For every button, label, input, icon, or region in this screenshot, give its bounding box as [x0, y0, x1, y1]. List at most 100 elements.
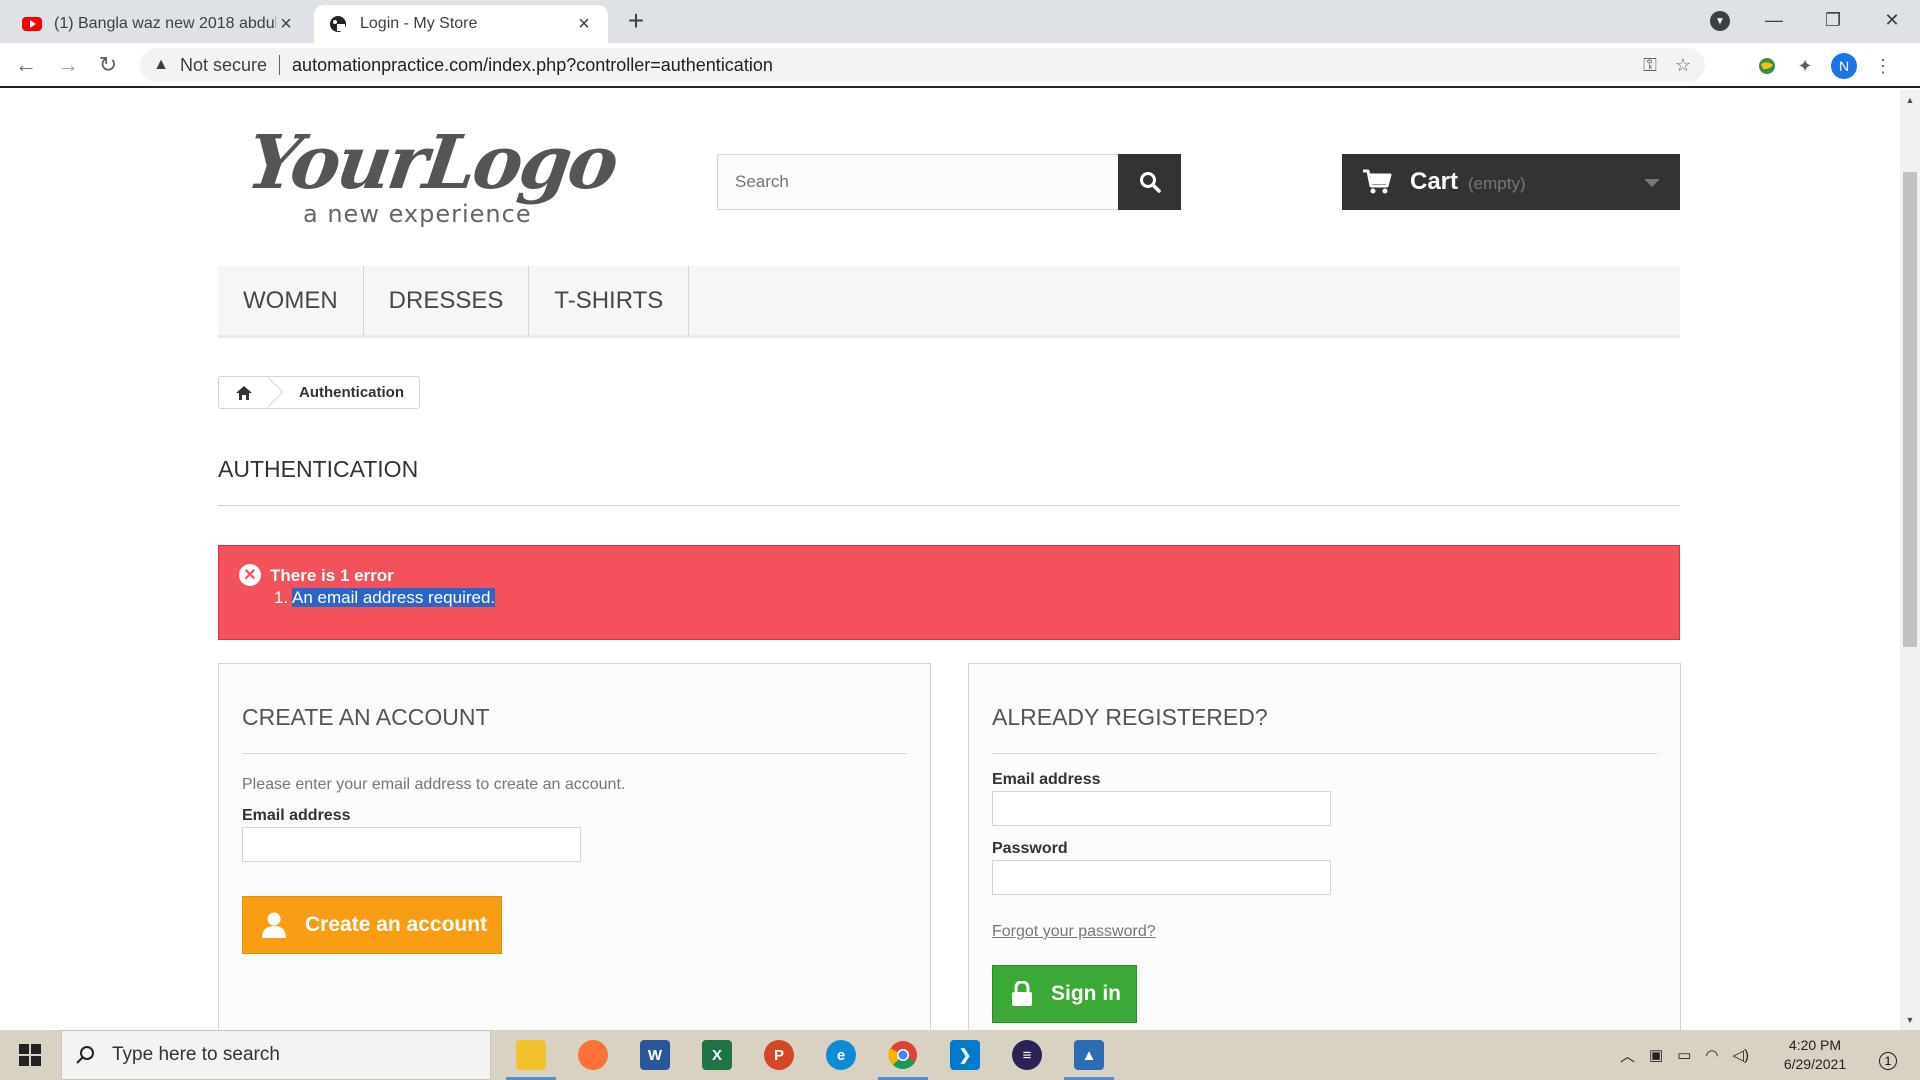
sign-in-button[interactable]: Sign in: [992, 965, 1137, 1023]
new-tab-button[interactable]: +: [622, 7, 650, 36]
url-text[interactable]: automationpractice.com/index.php?control…: [292, 55, 773, 76]
error-message: An email address required.: [291, 588, 496, 607]
clock-time: 4:20 PM: [1788, 1037, 1842, 1053]
scrollbar-thumb[interactable]: [1903, 172, 1917, 647]
search-box: [717, 154, 1181, 210]
separator: [279, 55, 281, 75]
taskbar-vscode[interactable]: ❯: [934, 1030, 996, 1080]
powerpoint-icon: P: [764, 1040, 794, 1070]
breadcrumb: Authentication: [218, 376, 420, 409]
home-icon: [236, 385, 252, 400]
chevron-up-icon[interactable]: ︿: [1620, 1045, 1635, 1066]
password-field[interactable]: [992, 860, 1331, 895]
taskbar-edge[interactable]: e: [810, 1030, 872, 1080]
meet-now-icon[interactable]: ▣: [1649, 1046, 1663, 1064]
youtube-icon: [22, 14, 42, 34]
photos-icon: ▲: [1074, 1040, 1104, 1070]
tab-close-icon[interactable]: ×: [574, 13, 594, 35]
menu-item-dresses[interactable]: DRESSES: [364, 266, 530, 335]
notification-icon[interactable]: 1: [1868, 1042, 1898, 1070]
back-icon[interactable]: ←: [10, 49, 42, 81]
address-bar[interactable]: ▲ Not secure automationpractice.com/inde…: [140, 48, 1705, 82]
star-icon[interactable]: ☆: [1675, 55, 1691, 76]
minimize-button[interactable]: —: [1751, 0, 1797, 40]
web-page: YourLogo a new experience Cart (empty) W…: [0, 90, 1900, 1030]
forward-icon[interactable]: →: [52, 49, 84, 81]
tab-title: (1) Bangla waz new 2018 abdullah: [54, 15, 276, 32]
taskbar-powerpoint[interactable]: P: [748, 1030, 810, 1080]
wifi-icon[interactable]: ◠: [1705, 1046, 1718, 1064]
error-heading: There is 1 error: [270, 566, 394, 585]
puzzle-extensions-icon[interactable]: ✦: [1793, 54, 1817, 78]
close-window-button[interactable]: ✕: [1869, 0, 1915, 40]
cart-icon: [1363, 169, 1392, 194]
taskbar-photos[interactable]: ▲: [1058, 1030, 1120, 1080]
taskbar-search-placeholder: Type here to search: [112, 1044, 280, 1065]
store-logo[interactable]: YourLogo a new experience: [242, 120, 621, 235]
taskbar-chrome[interactable]: [872, 1030, 934, 1080]
cart-button[interactable]: Cart (empty): [1342, 154, 1680, 210]
lock-icon: [1012, 981, 1032, 1006]
login-form: ALREADY REGISTERED? Email address Passwo…: [968, 663, 1681, 1030]
windows-taskbar: Type here to search W X P e ❯ ≡ ▲ ︿ ▣ ▭ …: [0, 1030, 1920, 1080]
cart-status: (empty): [1468, 174, 1526, 193]
error-number: 1.: [274, 588, 289, 607]
tab-close-icon[interactable]: ×: [276, 13, 296, 35]
maximize-button[interactable]: ❐: [1810, 0, 1856, 40]
warning-icon[interactable]: ▲: [152, 56, 170, 74]
error-item: 1. An email address required.: [274, 588, 496, 608]
firefox-icon: [578, 1040, 608, 1070]
forgot-password-link[interactable]: Forgot your password?: [992, 923, 1156, 941]
taskbar-excel[interactable]: X: [686, 1030, 748, 1080]
login-heading: ALREADY REGISTERED?: [992, 704, 1657, 754]
more-menu-icon[interactable]: ⋮: [1871, 54, 1895, 78]
vscode-icon: ❯: [950, 1040, 980, 1070]
taskbar-clock[interactable]: 4:20 PM 6/29/2021: [1770, 1036, 1860, 1074]
main-menu: WOMEN DRESSES T-SHIRTS: [218, 266, 1680, 338]
breadcrumb-current: Authentication: [299, 384, 404, 401]
start-button[interactable]: [0, 1030, 60, 1080]
page-title: AUTHENTICATION: [218, 456, 1680, 506]
search-icon: [76, 1046, 94, 1064]
globe-extension-icon[interactable]: [1755, 54, 1779, 78]
clock-date: 6/29/2021: [1783, 1056, 1847, 1072]
password-label: Password: [992, 840, 1068, 857]
search-icon: [1139, 172, 1161, 193]
word-icon: W: [640, 1040, 670, 1070]
profile-avatar[interactable]: N: [1831, 53, 1857, 79]
taskbar-search[interactable]: Type here to search: [61, 1030, 491, 1080]
scroll-down-icon[interactable]: ▼: [1900, 1012, 1920, 1028]
system-tray: ︿ ▣ ▭ ◠ ◁): [1620, 1030, 1749, 1080]
breadcrumb-home[interactable]: [219, 377, 269, 408]
scroll-up-icon[interactable]: ▲: [1900, 92, 1920, 108]
search-button[interactable]: [1118, 154, 1181, 210]
reload-icon[interactable]: ↻: [92, 49, 124, 81]
chevron-down-icon: [1644, 179, 1660, 187]
create-email-field[interactable]: [242, 827, 581, 862]
menu-item-women[interactable]: WOMEN: [218, 266, 364, 335]
windows-icon: [19, 1044, 41, 1066]
taskbar-apps: W X P e ❯ ≡ ▲: [500, 1030, 1120, 1080]
security-label[interactable]: Not secure: [180, 55, 267, 76]
tab-youtube[interactable]: (1) Bangla waz new 2018 abdullah ×: [8, 5, 310, 43]
create-account-button[interactable]: Create an account: [242, 896, 502, 954]
taskbar-eclipse[interactable]: ≡: [996, 1030, 1058, 1080]
tab-login-my-store[interactable]: Login - My Store ×: [314, 5, 608, 43]
menu-item-t-shirts[interactable]: T-SHIRTS: [529, 266, 690, 335]
tab-search-icon[interactable]: ▼: [1710, 11, 1730, 31]
create-account-button-label: Create an account: [305, 913, 488, 936]
battery-icon[interactable]: ▭: [1677, 1046, 1691, 1064]
cart-label: Cart: [1410, 168, 1459, 195]
taskbar-firefox[interactable]: [562, 1030, 624, 1080]
chrome-icon: [888, 1041, 917, 1070]
omnibox-actions: ⚿ ☆: [1643, 55, 1691, 76]
volume-icon[interactable]: ◁): [1732, 1046, 1749, 1064]
login-email-field[interactable]: [992, 791, 1331, 826]
create-account-form: CREATE AN ACCOUNT Please enter your emai…: [218, 663, 931, 1030]
taskbar-word[interactable]: W: [624, 1030, 686, 1080]
prestashop-icon: [328, 14, 348, 34]
key-icon[interactable]: ⚿: [1643, 55, 1657, 76]
search-input[interactable]: [717, 154, 1118, 210]
browser-tab-strip: (1) Bangla waz new 2018 abdullah × Login…: [0, 0, 1920, 43]
taskbar-file-explorer[interactable]: [500, 1030, 562, 1080]
